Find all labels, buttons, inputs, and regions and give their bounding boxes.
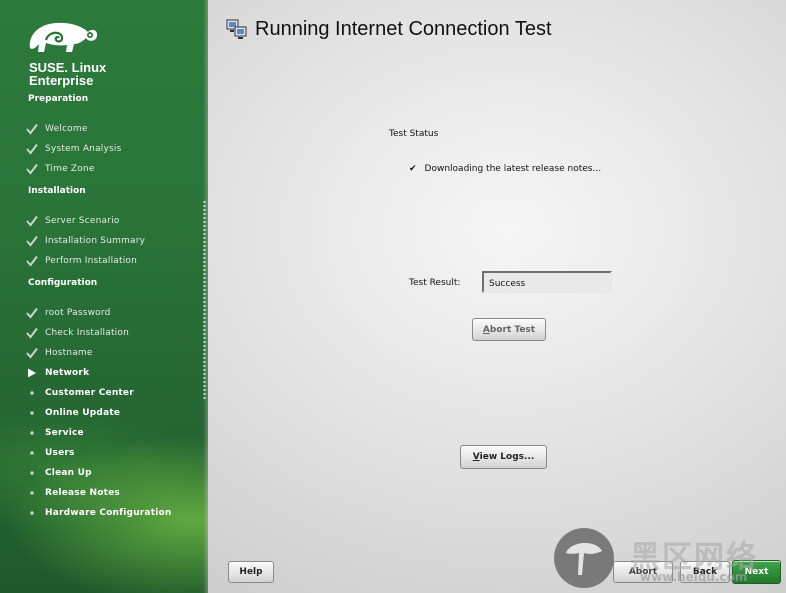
- network-test-icon: [226, 19, 247, 39]
- sidebar-step: Hostname: [26, 345, 93, 361]
- suse-chameleon-logo: [29, 22, 98, 52]
- sidebar-step-label: Network: [45, 368, 90, 378]
- pending-step-bullet-icon: [26, 467, 38, 479]
- sidebar-step-label: Welcome: [45, 124, 88, 134]
- sidebar-step: Customer Center: [26, 385, 134, 401]
- sidebar-step: Service: [26, 425, 84, 441]
- sidebar-step: Welcome: [26, 121, 88, 137]
- watermark-url: www.heiqu.com: [640, 570, 748, 584]
- page-title: Running Internet Connection Test: [255, 18, 552, 40]
- sidebar-step: Installation Summary: [26, 233, 145, 249]
- sidebar-step-label: Time Zone: [45, 164, 95, 174]
- checkmark-icon: [26, 327, 38, 339]
- pending-step-bullet-icon: [26, 387, 38, 399]
- sidebar-step-label: Installation Summary: [45, 236, 146, 246]
- view-logs-button[interactable]: View Logs...: [460, 445, 547, 469]
- brand-line-2: Enterprise: [29, 73, 94, 88]
- sidebar-step-label: Release Notes: [45, 488, 120, 498]
- test-status-item: ✔ Downloading the latest release notes..…: [409, 164, 601, 174]
- checkmark-icon: [26, 215, 38, 227]
- sidebar-step-label: Check Installation: [45, 328, 129, 338]
- sidebar-step-label: Perform Installation: [45, 256, 138, 266]
- sidebar-step-label: Users: [45, 448, 75, 458]
- view-logs-mnemonic: V: [472, 452, 480, 462]
- checkmark-icon: [26, 163, 38, 175]
- checkmark-icon: [26, 255, 38, 267]
- sidebar-step: Server Scenario: [26, 213, 120, 229]
- main-panel: Running Internet Connection Test Test St…: [208, 0, 786, 593]
- abort-test-mnemonic: A: [482, 324, 490, 335]
- sidebar-resize-grip[interactable]: [203, 200, 206, 400]
- current-step-arrow-icon: [26, 367, 38, 379]
- sidebar-step: Hardware Configuration: [26, 505, 172, 521]
- test-result-field: Success: [482, 271, 612, 293]
- sidebar-step-label: System Analysis: [45, 144, 122, 154]
- checkmark-icon: ✔: [409, 164, 417, 174]
- sidebar-step-label: Server Scenario: [45, 216, 120, 226]
- sidebar: SUSE. Linux Enterprise Preparation Insta…: [0, 0, 208, 593]
- sidebar-step: Users: [26, 445, 75, 461]
- sidebar-step: Clean Up: [26, 465, 92, 481]
- pending-step-bullet-icon: [26, 427, 38, 439]
- checkmark-icon: [26, 123, 38, 135]
- sidebar-step-label: root Password: [45, 308, 111, 318]
- sidebar-step: System Analysis: [26, 141, 122, 157]
- sidebar-step-label: Hardware Configuration: [45, 508, 172, 518]
- sidebar-step: Release Notes: [26, 485, 120, 501]
- brand-text: SUSE. Linux Enterprise: [29, 61, 106, 87]
- checkmark-icon: [26, 307, 38, 319]
- sidebar-step-label: Customer Center: [45, 388, 134, 398]
- sidebar-step: Check Installation: [26, 325, 129, 341]
- sidebar-step: Network: [26, 365, 89, 381]
- test-status-label: Test Status: [389, 129, 439, 139]
- section-preparation: Preparation: [28, 94, 89, 104]
- pending-step-bullet-icon: [26, 447, 38, 459]
- view-logs-label: iew Logs...: [479, 452, 535, 462]
- section-configuration: Configuration: [28, 278, 98, 288]
- sidebar-step-label: Clean Up: [45, 468, 92, 478]
- sidebar-step: Perform Installation: [26, 253, 137, 269]
- pending-step-bullet-icon: [26, 487, 38, 499]
- test-result-label: Test Result:: [409, 278, 461, 288]
- sidebar-step: Online Update: [26, 405, 120, 421]
- sidebar-step: root Password: [26, 305, 111, 321]
- section-installation: Installation: [28, 186, 86, 196]
- sidebar-step-label: Service: [45, 428, 84, 438]
- help-button[interactable]: Help: [228, 561, 274, 583]
- abort-test-button[interactable]: Abort Test: [472, 318, 546, 341]
- checkmark-icon: [26, 143, 38, 155]
- pending-step-bullet-icon: [26, 407, 38, 419]
- test-status-item-text: Downloading the latest release notes...: [424, 164, 602, 174]
- sidebar-step: Time Zone: [26, 161, 95, 177]
- abort-test-label: bort Test: [489, 324, 536, 335]
- sidebar-step-label: Online Update: [45, 408, 121, 418]
- checkmark-icon: [26, 235, 38, 247]
- pending-step-bullet-icon: [26, 507, 38, 519]
- sidebar-step-label: Hostname: [45, 348, 93, 358]
- checkmark-icon: [26, 347, 38, 359]
